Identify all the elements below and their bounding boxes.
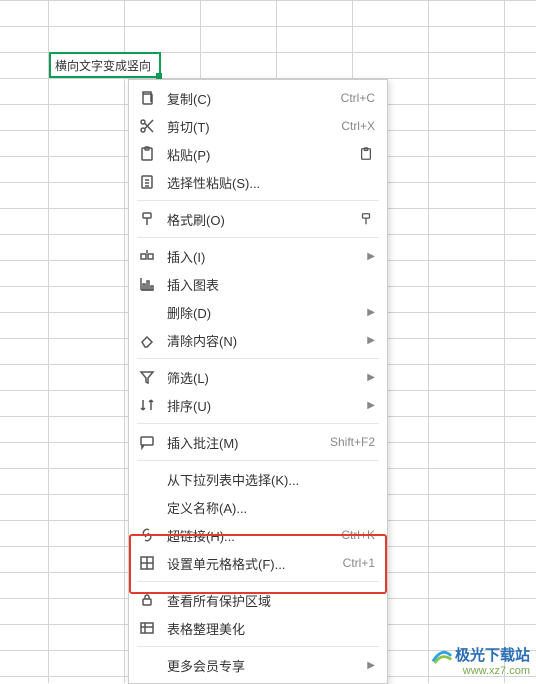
- watermark-logo-icon: [431, 643, 453, 665]
- insert-icon: [137, 246, 157, 266]
- menu-label: 筛选(L): [157, 368, 361, 387]
- separator: [137, 358, 379, 359]
- menu-label: 定义名称(A)...: [157, 498, 375, 517]
- menu-label: 设置单元格格式(F)...: [157, 554, 343, 573]
- menu-copy[interactable]: 复制(C) Ctrl+C: [129, 84, 387, 112]
- menu-label: 格式刷(O): [157, 210, 357, 229]
- cell-text: 横向文字变成竖向: [55, 57, 151, 74]
- menu-shortcut: Shift+F2: [330, 435, 375, 449]
- chevron-right-icon: ▶: [361, 660, 375, 671]
- context-menu: 复制(C) Ctrl+C 剪切(T) Ctrl+X 粘贴(P) 选择性粘贴(S)…: [128, 79, 388, 684]
- blank-icon: [137, 655, 157, 675]
- menu-shortcut: Ctrl+1: [343, 556, 375, 570]
- menu-label: 插入批注(M): [157, 433, 330, 452]
- menu-label: 清除内容(N): [157, 331, 361, 350]
- paste-options-icon[interactable]: [357, 145, 375, 163]
- menu-label: 选择性粘贴(S)...: [157, 173, 375, 192]
- clipboard-list-icon: [137, 172, 157, 192]
- comment-icon: [137, 432, 157, 452]
- menu-paste[interactable]: 粘贴(P): [129, 140, 387, 168]
- menu-sort[interactable]: 排序(U) ▶: [129, 391, 387, 419]
- menu-cut[interactable]: 剪切(T) Ctrl+X: [129, 112, 387, 140]
- menu-view-protection[interactable]: 查看所有保护区域: [129, 586, 387, 614]
- menu-insert[interactable]: 插入(I) ▶: [129, 242, 387, 270]
- separator: [137, 423, 379, 424]
- chevron-right-icon: ▶: [361, 307, 375, 318]
- menu-table-beautify[interactable]: 表格整理美化: [129, 614, 387, 642]
- format-cells-icon: [137, 553, 157, 573]
- separator: [137, 200, 379, 201]
- table-icon: [137, 618, 157, 638]
- menu-more-member[interactable]: 更多会员专享 ▶: [129, 651, 387, 679]
- menu-format-painter[interactable]: 格式刷(O): [129, 205, 387, 233]
- sort-icon: [137, 395, 157, 415]
- chevron-right-icon: ▶: [361, 335, 375, 346]
- menu-paste-special[interactable]: 选择性粘贴(S)...: [129, 168, 387, 196]
- lock-icon: [137, 590, 157, 610]
- watermark: 极光下载站 www.xz7.com: [431, 643, 530, 677]
- menu-label: 排序(U): [157, 396, 361, 415]
- menu-label: 插入(I): [157, 247, 361, 266]
- menu-insert-comment[interactable]: 插入批注(M) Shift+F2: [129, 428, 387, 456]
- menu-label: 插入图表: [157, 275, 375, 294]
- filter-icon: [137, 367, 157, 387]
- chevron-right-icon: ▶: [361, 400, 375, 411]
- menu-label: 从下拉列表中选择(K)...: [157, 470, 375, 489]
- menu-label: 粘贴(P): [157, 145, 357, 164]
- scissors-icon: [137, 116, 157, 136]
- clipboard-icon: [137, 144, 157, 164]
- watermark-url: www.xz7.com: [431, 665, 530, 677]
- blank-icon: [137, 302, 157, 322]
- eraser-icon: [137, 330, 157, 350]
- selected-cell[interactable]: 横向文字变成竖向: [49, 52, 161, 78]
- chevron-right-icon: ▶: [361, 372, 375, 383]
- separator: [137, 237, 379, 238]
- menu-label: 复制(C): [157, 89, 341, 108]
- menu-dropdown-select[interactable]: 从下拉列表中选择(K)...: [129, 465, 387, 493]
- menu-label: 剪切(T): [157, 117, 341, 136]
- separator: [137, 460, 379, 461]
- menu-format-cells[interactable]: 设置单元格格式(F)... Ctrl+1: [129, 549, 387, 577]
- menu-define-name[interactable]: 定义名称(A)...: [129, 493, 387, 521]
- link-icon: [137, 525, 157, 545]
- menu-filter[interactable]: 筛选(L) ▶: [129, 363, 387, 391]
- menu-insert-chart[interactable]: 插入图表: [129, 270, 387, 298]
- separator: [137, 646, 379, 647]
- menu-label: 超链接(H)...: [157, 526, 341, 545]
- blank-icon: [137, 469, 157, 489]
- watermark-title: 极光下载站: [455, 644, 530, 665]
- brush-icon: [137, 209, 157, 229]
- chevron-right-icon: ▶: [361, 251, 375, 262]
- menu-shortcut: Ctrl+C: [341, 91, 375, 105]
- brush-extra-icon[interactable]: [357, 210, 375, 228]
- copy-icon: [137, 88, 157, 108]
- menu-shortcut: Ctrl+X: [341, 119, 375, 133]
- menu-label: 更多会员专享: [157, 656, 361, 675]
- separator: [137, 581, 379, 582]
- menu-delete[interactable]: 删除(D) ▶: [129, 298, 387, 326]
- blank-icon: [137, 497, 157, 517]
- chart-icon: [137, 274, 157, 294]
- menu-clear[interactable]: 清除内容(N) ▶: [129, 326, 387, 354]
- menu-label: 删除(D): [157, 303, 361, 322]
- menu-shortcut: Ctrl+K: [341, 528, 375, 542]
- menu-label: 表格整理美化: [157, 619, 375, 638]
- menu-hyperlink[interactable]: 超链接(H)... Ctrl+K: [129, 521, 387, 549]
- menu-label: 查看所有保护区域: [157, 591, 375, 610]
